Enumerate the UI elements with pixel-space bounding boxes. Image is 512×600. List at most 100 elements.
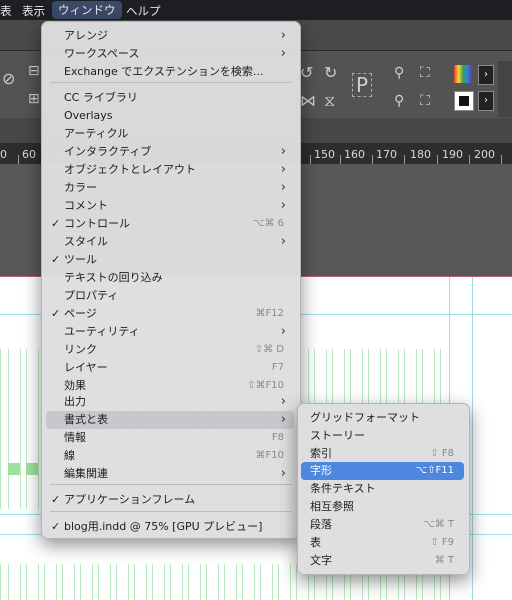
menu-item-label: ツール xyxy=(64,253,97,266)
window-menu-item[interactable]: アーティクル xyxy=(46,125,294,143)
menu-item-label: 情報 xyxy=(64,431,86,444)
menu-item-label: 書式と表 xyxy=(64,413,108,426)
checkmark-icon: ✓ xyxy=(51,520,61,533)
menu-item-label: 編集関連 xyxy=(64,467,108,480)
menu-item-label: ページ xyxy=(64,307,97,320)
menu-table[interactable]: 表 xyxy=(0,3,12,19)
menu-item-label: インタラクティブ xyxy=(64,145,152,158)
submenu-item[interactable]: 段落 ⌥⌘ T xyxy=(301,516,464,534)
select-content-icon[interactable]: ⛶ xyxy=(420,65,430,81)
flip-horizontal-icon[interactable]: ⋈ xyxy=(300,91,316,110)
ruler-tick: 160 xyxy=(344,148,365,161)
chevron-right-icon: › xyxy=(280,198,286,213)
chevron-right-icon: › xyxy=(280,28,286,43)
window-menu-item[interactable]: ✓ コントロール ⌥⌘ 6 xyxy=(46,215,294,233)
checkmark-icon: ✓ xyxy=(51,253,61,266)
menu-item-label: コントロール xyxy=(64,217,130,230)
select-container-icon[interactable]: ⚲ xyxy=(394,65,404,81)
menu-bar: 表 表示 ウィンドウ ヘルプ xyxy=(0,0,512,20)
chevron-right-icon: › xyxy=(280,394,286,409)
window-menu-item[interactable]: インタラクティブ › xyxy=(46,143,294,161)
window-menu-item[interactable]: ワークスペース › xyxy=(46,45,294,63)
ruler-tick: 60 xyxy=(22,148,36,161)
submenu-item[interactable]: グリッドフォーマット xyxy=(301,409,464,427)
submenu-item[interactable]: 相互参照 xyxy=(301,498,464,516)
menu-item-label: テキストの回り込み xyxy=(64,271,163,284)
submenu-item[interactable]: 文字 ⌘ T xyxy=(301,552,464,570)
menu-separator xyxy=(50,511,292,512)
rotate-ccw-icon[interactable]: ↺ xyxy=(300,63,313,82)
menu-item-label: グリッドフォーマット xyxy=(310,411,420,424)
menu-shortcut: ⇧ F8 xyxy=(430,448,454,459)
menu-shortcut: ⌥⇧F11 xyxy=(415,465,454,476)
fill-arrow-icon[interactable]: › xyxy=(478,65,494,85)
select-next-icon[interactable]: ⛶ xyxy=(420,93,430,109)
submenu-item[interactable]: 索引 ⇧ F8 xyxy=(301,445,464,463)
rotate-cw-icon[interactable]: ↻ xyxy=(324,63,337,82)
ruler-tick: 190 xyxy=(442,148,463,161)
window-menu-item[interactable]: レイヤー F7 xyxy=(46,359,294,377)
window-menu-item[interactable]: プロパティ xyxy=(46,287,294,305)
submenu-item[interactable]: 字形 ⌥⇧F11 xyxy=(301,462,464,480)
window-menu-item[interactable]: ✓ ツール xyxy=(46,251,294,269)
window-menu-item[interactable]: スタイル › xyxy=(46,233,294,251)
fill-swatch[interactable] xyxy=(454,65,472,83)
menu-item-label: ワークスペース xyxy=(64,47,140,60)
window-menu-item[interactable]: テキストの回り込み xyxy=(46,269,294,287)
menu-shortcut: ⌥⌘ T xyxy=(423,519,454,530)
menu-item-label: アーティクル xyxy=(64,127,129,140)
window-menu-item[interactable]: CC ライブラリ xyxy=(46,89,294,107)
submenu-item[interactable]: ストーリー xyxy=(301,427,464,445)
window-menu-item[interactable]: 書式と表 › xyxy=(46,411,294,429)
window-menu-item[interactable]: Exchange でエクステンションを検索... xyxy=(46,63,294,81)
align-icon[interactable]: ⊟ xyxy=(28,63,40,79)
menu-window[interactable]: ウィンドウ xyxy=(52,1,122,19)
window-menu-item[interactable]: ✓ ページ ⌘F12 xyxy=(46,305,294,323)
select-previous-icon[interactable]: ⚲ xyxy=(394,93,404,109)
chevron-right-icon: › xyxy=(280,234,286,249)
window-menu-item[interactable]: ✓ blog用.indd @ 75% [GPU プレビュー] xyxy=(46,518,294,536)
menu-item-label: カラー xyxy=(64,181,97,194)
stroke-arrow-icon[interactable]: › xyxy=(478,91,494,111)
window-menu-item[interactable]: リンク ⇧⌘ D xyxy=(46,341,294,359)
window-menu-item[interactable]: オブジェクトとレイアウト › xyxy=(46,161,294,179)
menu-item-label: blog用.indd @ 75% [GPU プレビュー] xyxy=(64,520,263,533)
window-menu-item[interactable]: 出力 › xyxy=(46,393,294,411)
menu-separator xyxy=(50,484,292,485)
window-menu-item[interactable]: アレンジ › xyxy=(46,27,294,45)
window-menu-item[interactable]: ユーティリティ › xyxy=(46,323,294,341)
stroke-swatch[interactable] xyxy=(454,91,474,111)
menu-item-label: 文字 xyxy=(310,554,332,567)
menu-item-label: 索引 xyxy=(310,447,332,460)
unlink-icon[interactable]: ⊘ xyxy=(2,69,15,88)
menu-shortcut: ⇧⌘ D xyxy=(254,344,284,355)
menu-shortcut: ⌘F12 xyxy=(255,308,284,319)
distribute-icon[interactable]: ⊞ xyxy=(28,91,40,107)
menu-help[interactable]: ヘルプ xyxy=(126,3,161,19)
menu-item-label: アレンジ xyxy=(64,29,108,42)
menu-shortcut: ⌥⌘ 6 xyxy=(252,218,284,229)
window-menu-item[interactable]: 編集関連 › xyxy=(46,465,294,483)
chevron-right-icon: › xyxy=(280,46,286,61)
window-menu-item[interactable]: Overlays xyxy=(46,107,294,125)
window-menu-item[interactable]: 情報 F8 xyxy=(46,429,294,447)
menu-item-label: 表 xyxy=(310,536,321,549)
submenu-item[interactable]: 表 ⇧ F9 xyxy=(301,534,464,552)
submenu-item[interactable]: 条件テキスト xyxy=(301,480,464,498)
menu-separator xyxy=(50,82,292,83)
ruler-tick: 170 xyxy=(376,148,397,161)
menu-shortcut: ⌘F10 xyxy=(255,450,284,461)
window-menu-item[interactable]: カラー › xyxy=(46,179,294,197)
menu-item-label: CC ライブラリ xyxy=(64,91,138,104)
menu-view[interactable]: 表示 xyxy=(22,3,45,19)
grid-cell-filled xyxy=(8,463,20,475)
window-menu-item[interactable]: コメント › xyxy=(46,197,294,215)
window-menu-item[interactable]: 線 ⌘F10 xyxy=(46,447,294,465)
flip-vertical-icon[interactable]: ⧖ xyxy=(324,91,335,111)
menu-item-label: スタイル xyxy=(64,235,108,248)
menu-item-label: 線 xyxy=(64,449,75,462)
frame-fitting-icon[interactable]: P xyxy=(352,73,373,97)
chevron-right-icon: › xyxy=(280,466,286,481)
window-menu-item[interactable]: ✓ アプリケーションフレーム xyxy=(46,491,294,509)
window-menu: アレンジ › ワークスペース › Exchange でエクステンションを検索... CC … xyxy=(41,21,301,539)
